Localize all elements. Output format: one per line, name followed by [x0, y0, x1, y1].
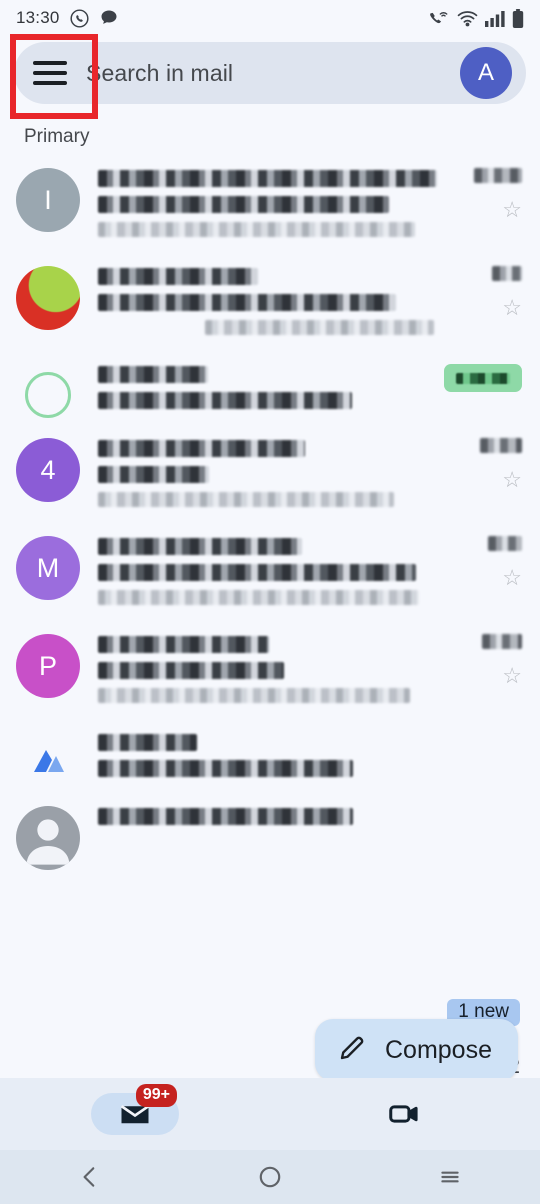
- email-content: [98, 536, 476, 614]
- email-content: [98, 266, 480, 344]
- whatsapp-icon: [69, 8, 90, 29]
- email-content: [98, 438, 468, 516]
- status-bar: 13:30: [0, 0, 540, 36]
- video-camera-icon: [389, 1105, 418, 1123]
- email-content: [98, 806, 510, 834]
- person-icon: [26, 819, 70, 865]
- avatar[interactable]: [24, 738, 72, 786]
- category-label: Primary: [24, 126, 90, 147]
- search-input[interactable]: Search in mail: [86, 60, 460, 87]
- email-subject: [98, 564, 416, 581]
- android-navigation-bar: [0, 1150, 540, 1204]
- email-sender: [98, 808, 354, 825]
- email-content: [98, 732, 510, 786]
- compose-button[interactable]: Compose: [315, 1019, 518, 1081]
- email-sender: [98, 734, 197, 751]
- star-icon[interactable]: ☆: [502, 567, 522, 589]
- email-sender: [98, 538, 303, 555]
- table-row[interactable]: [0, 722, 540, 796]
- compose-label: Compose: [385, 1035, 492, 1064]
- email-content: [98, 168, 462, 246]
- email-content: [98, 634, 470, 712]
- battery-icon: [512, 8, 524, 28]
- email-sender: [98, 366, 209, 383]
- email-list: I ☆ ☆ 4 ☆ M ☆ P ☆: [0, 158, 540, 870]
- email-timestamp: [492, 266, 522, 281]
- status-bar-clock: 13:30: [16, 8, 60, 27]
- email-meta: [444, 364, 522, 392]
- email-timestamp: [482, 634, 522, 649]
- avatar[interactable]: P: [16, 634, 80, 698]
- avatar[interactable]: 4: [16, 438, 80, 502]
- table-row[interactable]: P ☆: [0, 624, 540, 722]
- avatar[interactable]: I: [16, 168, 80, 232]
- email-sender: [98, 268, 259, 285]
- table-row[interactable]: 4 ☆: [0, 428, 540, 526]
- signal-icon: [485, 10, 505, 27]
- email-meta: ☆: [488, 536, 522, 589]
- star-icon[interactable]: ☆: [502, 297, 522, 319]
- table-row[interactable]: M ☆: [0, 526, 540, 624]
- chat-bubble-icon: [99, 8, 119, 28]
- email-subject: [98, 392, 352, 409]
- email-subject: [98, 294, 396, 311]
- search-bar-container: Search in mail A: [0, 34, 540, 119]
- pencil-icon: [337, 1033, 367, 1068]
- status-badge: [444, 364, 522, 392]
- wifi-icon: [457, 10, 478, 27]
- hamburger-menu-icon[interactable]: [14, 42, 86, 104]
- brand-logo-icon: [34, 750, 64, 772]
- avatar[interactable]: [25, 372, 71, 418]
- search-bar[interactable]: Search in mail A: [14, 42, 526, 104]
- email-timestamp: [488, 536, 522, 551]
- star-icon[interactable]: ☆: [502, 469, 522, 491]
- email-timestamp: [474, 168, 522, 183]
- email-subject: [98, 466, 209, 483]
- email-subject: [98, 662, 284, 679]
- avatar[interactable]: A: [460, 47, 512, 99]
- back-chevron-icon[interactable]: [0, 1164, 180, 1190]
- table-row[interactable]: ☆: [0, 256, 540, 354]
- star-icon[interactable]: ☆: [502, 665, 522, 687]
- nav-item-mail[interactable]: 99+: [0, 1084, 270, 1135]
- email-snippet: [98, 492, 394, 507]
- email-meta: ☆: [492, 266, 522, 319]
- home-circle-icon[interactable]: [180, 1164, 360, 1190]
- email-content: [98, 364, 432, 418]
- email-sender: [98, 440, 306, 457]
- table-row[interactable]: [0, 796, 540, 870]
- recents-menu-icon[interactable]: [360, 1164, 540, 1190]
- email-subject: [98, 196, 390, 213]
- email-meta: ☆: [474, 168, 522, 221]
- status-badge: 99+: [135, 1084, 177, 1107]
- avatar[interactable]: [16, 806, 80, 870]
- status-bar-right: [428, 8, 524, 28]
- email-snippet: [98, 222, 415, 237]
- email-snippet: [98, 590, 420, 605]
- email-snippet: [204, 320, 435, 335]
- wifi-calling-icon: [428, 8, 450, 28]
- bottom-navigation: 99+: [0, 1078, 540, 1150]
- avatar[interactable]: M: [16, 536, 80, 600]
- email-sender: [98, 636, 270, 653]
- avatar[interactable]: [16, 266, 80, 330]
- email-meta: ☆: [482, 634, 522, 687]
- email-snippet: [98, 688, 411, 703]
- star-icon[interactable]: ☆: [502, 199, 522, 221]
- table-row[interactable]: I ☆: [0, 158, 540, 256]
- email-sender: [98, 170, 437, 187]
- email-subject: [98, 760, 354, 777]
- status-bar-left: 13:30: [16, 8, 119, 29]
- email-timestamp: [480, 438, 522, 453]
- nav-item-meet[interactable]: [270, 1095, 540, 1133]
- email-meta: ☆: [480, 438, 522, 491]
- table-row[interactable]: [0, 354, 540, 428]
